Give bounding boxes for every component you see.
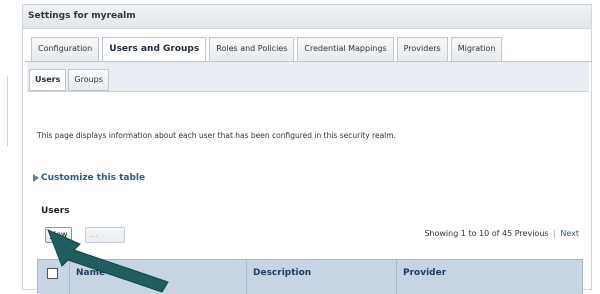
new-user-button[interactable]: New [45,227,73,243]
subtab-groups[interactable]: Groups [68,69,109,91]
screenshot-frame: Settings for myrealm Configuration Users… [0,0,600,294]
page-title: Settings for myrealm [23,5,591,29]
tab-roles-and-policies[interactable]: Roles and Policies [209,37,295,61]
main-tabs: Configuration Users and Groups Roles and… [31,37,505,62]
delete-user-button[interactable]: … [85,227,125,243]
select-all-cell [38,260,70,294]
tab-users-and-groups[interactable]: Users and Groups [102,37,207,62]
sub-tabs: Users Groups [29,69,111,91]
column-header-provider[interactable]: Provider [397,260,582,294]
users-table-toolbar: New … Showing 1 to 10 of 45 Previous | N… [37,225,583,247]
left-navigation-edge [0,76,8,146]
customize-table-link[interactable]: Customize this table [33,173,145,183]
tab-providers[interactable]: Providers [396,37,448,61]
paging-separator: | [553,229,556,238]
paging-status: Showing 1 to 10 of 45 [424,229,513,238]
pagination: Showing 1 to 10 of 45 Previous | Next [424,229,579,238]
triangle-right-icon [33,174,39,182]
tab-configuration[interactable]: Configuration [31,37,100,61]
column-header-description[interactable]: Description [247,260,397,294]
subtab-users[interactable]: Users [29,69,67,91]
settings-panel: Settings for myrealm Configuration Users… [22,4,592,294]
users-table-header: Name Description Provider [37,259,583,294]
users-section-title: Users [41,206,70,216]
select-all-checkbox[interactable] [47,268,58,279]
subtabs-bar [27,62,589,92]
previous-page-link[interactable]: Previous [515,229,549,238]
tab-migration[interactable]: Migration [450,37,503,61]
next-page-link[interactable]: Next [560,229,579,238]
intro-text: This page displays information about eac… [37,131,396,140]
column-header-name[interactable]: Name [70,260,247,294]
customize-table-label: Customize this table [41,173,146,183]
tab-credential-mappings[interactable]: Credential Mappings [297,37,394,61]
